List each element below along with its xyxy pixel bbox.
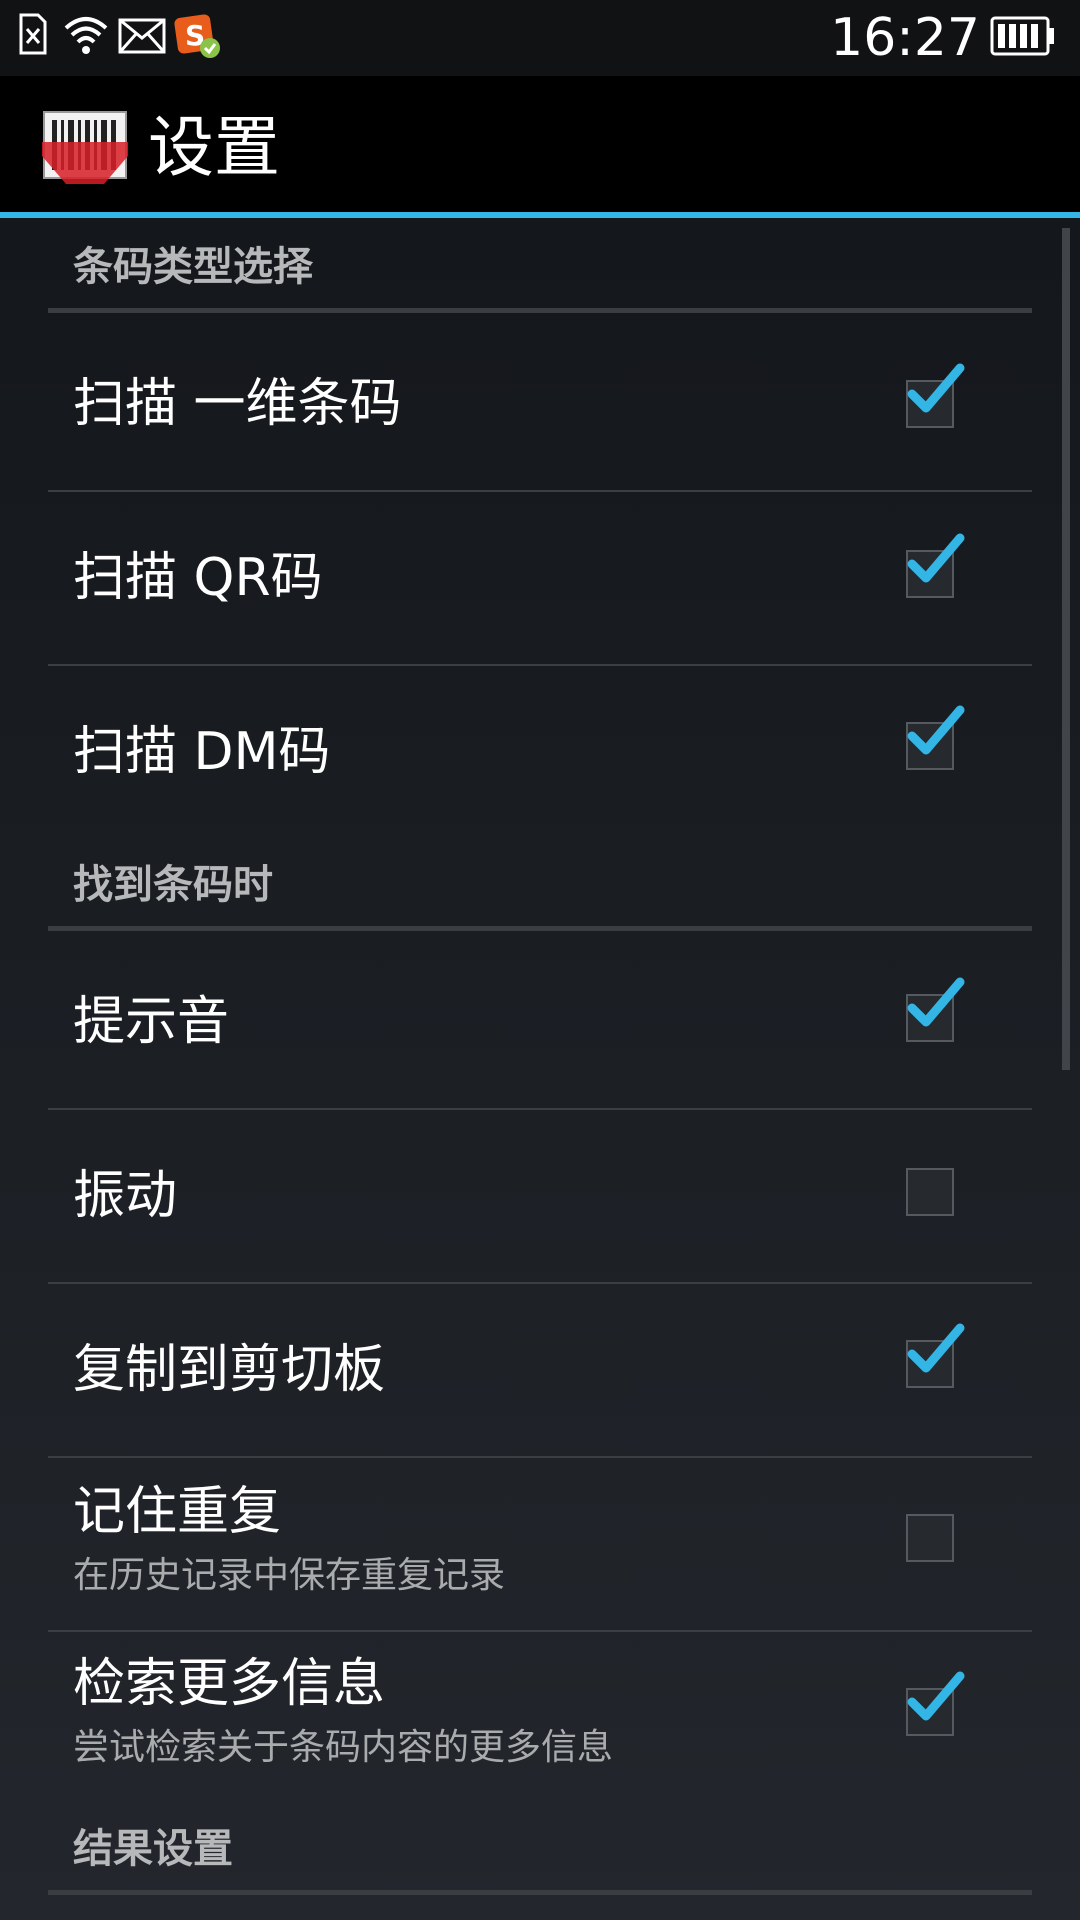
pref-title: 复制到剪切板	[73, 1340, 386, 1400]
pref-title: 扫描 QR码	[73, 548, 323, 608]
action-bar: 设置	[0, 76, 1080, 214]
checkbox-search-more-info[interactable]	[906, 1671, 965, 1736]
barcode-scanner-icon[interactable]	[42, 110, 128, 190]
pref-remember-duplicates[interactable]: 记住重复 在历史记录中保存重复记录	[48, 1458, 1032, 1632]
checkbox-scan-dm[interactable]	[906, 705, 965, 770]
category-label: 条码类型选择	[73, 244, 313, 290]
pref-scan-1d[interactable]: 扫描 一维条码	[48, 318, 1032, 492]
category-barcode-types: 条码类型选择	[48, 240, 1032, 316]
category-divider	[48, 926, 1032, 931]
pref-title: 扫描 DM码	[73, 722, 331, 782]
pref-title: 振动	[73, 1166, 178, 1226]
status-bar: S 16:27	[0, 0, 1080, 76]
pref-copy-clipboard[interactable]: 复制到剪切板	[48, 1284, 1032, 1458]
category-label: 结果设置	[73, 1826, 233, 1872]
checkbox-beep[interactable]	[906, 977, 965, 1042]
scrollbar[interactable]	[1062, 228, 1070, 1070]
category-result-settings: 结果设置	[48, 1822, 1032, 1898]
wifi-icon	[64, 14, 108, 60]
checkbox-scan-qr[interactable]	[906, 533, 965, 598]
category-label: 找到条码时	[73, 862, 273, 908]
mail-icon	[118, 18, 166, 58]
sogou-input-icon: S	[174, 12, 224, 66]
pref-vibrate[interactable]: 振动	[48, 1110, 1032, 1284]
pref-scan-dm[interactable]: 扫描 DM码	[48, 666, 1032, 838]
pref-summary: 在历史记录中保存重复记录	[73, 1555, 506, 1596]
status-time: 16:27	[830, 8, 980, 68]
checkbox-scan-1d[interactable]	[906, 363, 965, 428]
pref-title: 提示音	[73, 992, 230, 1052]
checkbox-copy-clipboard[interactable]	[906, 1323, 965, 1388]
pref-summary: 尝试检索关于条码内容的更多信息	[73, 1727, 614, 1768]
pref-title: 检索更多信息	[73, 1654, 386, 1714]
pref-title: 扫描 一维条码	[73, 374, 402, 434]
pref-beep[interactable]: 提示音	[48, 936, 1032, 1110]
pref-search-more-info[interactable]: 检索更多信息 尝试检索关于条码内容的更多信息	[48, 1632, 1032, 1804]
page-title: 设置	[148, 109, 280, 186]
battery-icon	[990, 16, 1056, 60]
checkbox-remember-duplicates[interactable]	[906, 1514, 954, 1562]
pref-scan-qr[interactable]: 扫描 QR码	[48, 492, 1032, 666]
sim-error-icon	[18, 12, 48, 60]
checkbox-vibrate[interactable]	[906, 1168, 954, 1216]
category-divider	[48, 1890, 1032, 1895]
category-on-found: 找到条码时	[48, 858, 1032, 934]
category-divider	[48, 308, 1032, 313]
pref-title: 记住重复	[73, 1482, 282, 1542]
